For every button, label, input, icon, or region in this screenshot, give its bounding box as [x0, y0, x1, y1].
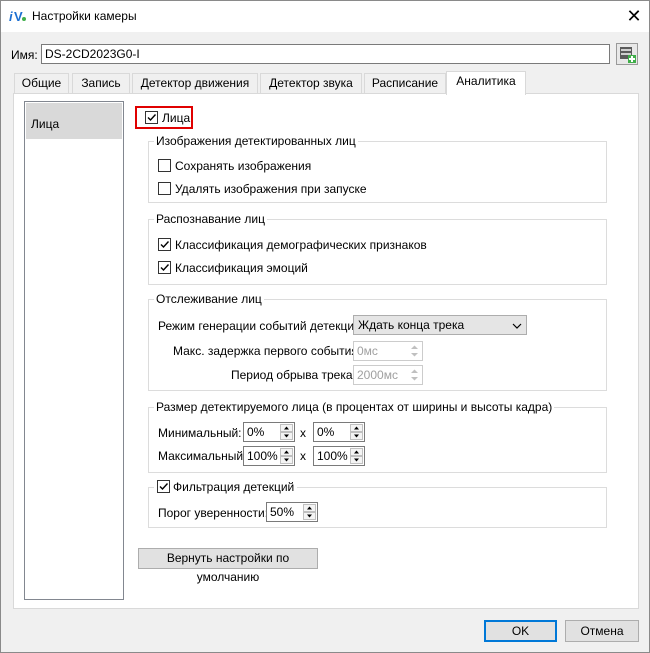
- emotions-label: Классификация эмоций: [175, 261, 308, 275]
- spin-arrows-icon[interactable]: [350, 448, 363, 464]
- list-item-faces[interactable]: Лица: [26, 103, 122, 139]
- detection-mode-value: Ждать конца трека: [358, 318, 465, 332]
- detection-mode-label: Режим генерации событий детекции:: [158, 319, 365, 333]
- tab-motion-detector[interactable]: Детектор движения: [132, 73, 258, 93]
- spin-arrows-icon[interactable]: [280, 424, 293, 440]
- delete-images-checkbox[interactable]: [158, 182, 171, 195]
- min-width-value: 0%: [247, 425, 265, 439]
- max-width-spinbox[interactable]: 100%: [243, 446, 295, 466]
- max-delay-spinbox: 0мс: [353, 341, 423, 361]
- cancel-button[interactable]: Отмена: [565, 620, 639, 642]
- max-width-value: 100%: [247, 449, 278, 463]
- svg-text:i: i: [9, 9, 13, 24]
- spin-arrows-icon: [408, 367, 421, 383]
- emotions-checkbox[interactable]: [158, 261, 171, 274]
- tab-general[interactable]: Общие: [14, 73, 69, 93]
- filter-group-header: Фильтрация детекций: [154, 480, 298, 494]
- recognition-group: [148, 219, 607, 285]
- tab-schedule[interactable]: Расписание: [364, 73, 446, 93]
- threshold-spinbox[interactable]: 50%: [266, 502, 318, 522]
- max-height-spinbox[interactable]: 100%: [313, 446, 365, 466]
- min-height-value: 0%: [317, 425, 335, 439]
- tab-recording[interactable]: Запись: [72, 73, 130, 93]
- reset-defaults-button[interactable]: Вернуть настройки по умолчанию: [138, 548, 318, 584]
- tracking-group-title: Отслеживание лиц: [154, 292, 264, 306]
- app-logo-icon: iV: [9, 8, 27, 24]
- detection-mode-select[interactable]: Ждать конца трека: [353, 315, 527, 335]
- min-height-spinbox[interactable]: 0%: [313, 422, 365, 442]
- filter-checkbox[interactable]: [157, 480, 170, 493]
- window-title: Настройки камеры: [32, 9, 137, 23]
- save-images-checkbox[interactable]: [158, 159, 171, 172]
- spin-arrows-icon[interactable]: [350, 424, 363, 440]
- title-bar: iV Настройки камеры ✕: [1, 1, 649, 32]
- name-label: Имя:: [11, 48, 38, 62]
- min-width-spinbox[interactable]: 0%: [243, 422, 295, 442]
- faces-checkbox[interactable]: [145, 111, 158, 124]
- break-period-value: 2000мс: [357, 368, 398, 382]
- svg-text:V: V: [14, 9, 23, 24]
- size-x-separator: x: [300, 426, 306, 440]
- faces-label: Лица: [162, 111, 191, 125]
- break-period-label: Период обрыва трека:: [231, 368, 356, 382]
- min-size-label: Минимальный:: [158, 426, 242, 440]
- images-group-title: Изображения детектированных лиц: [154, 134, 358, 148]
- max-delay-value: 0мс: [357, 344, 378, 358]
- break-period-spinbox: 2000мс: [353, 365, 423, 385]
- close-icon[interactable]: ✕: [619, 3, 649, 29]
- spin-arrows-icon[interactable]: [280, 448, 293, 464]
- face-size-group: [148, 407, 607, 473]
- recognition-group-title: Распознавание лиц: [154, 212, 267, 226]
- threshold-value: 50%: [270, 505, 295, 519]
- face-size-group-title: Размер детектируемого лица (в процентах …: [154, 400, 555, 414]
- tab-sound-detector[interactable]: Детектор звука: [260, 73, 362, 93]
- camera-settings-window: iV Настройки камеры ✕ Имя: DS-2CD2023G0-…: [0, 0, 650, 653]
- max-height-value: 100%: [317, 449, 348, 463]
- database-add-icon[interactable]: [616, 43, 638, 65]
- ok-button[interactable]: OK: [484, 620, 557, 642]
- demographics-checkbox[interactable]: [158, 238, 171, 251]
- chevron-down-icon: [512, 320, 522, 332]
- analytics-list[interactable]: Лица: [24, 101, 124, 600]
- max-delay-label: Макс. задержка первого события:: [173, 344, 362, 358]
- tab-analytics[interactable]: Аналитика: [446, 71, 526, 95]
- filter-group-title: Фильтрация детекций: [173, 480, 295, 494]
- max-size-label: Максимальный:: [158, 449, 247, 463]
- threshold-label: Порог уверенности:: [158, 506, 269, 520]
- spin-arrows-icon: [408, 343, 421, 359]
- save-images-label: Сохранять изображения: [175, 159, 312, 173]
- size-x-separator: x: [300, 449, 306, 463]
- delete-images-label: Удалять изображения при запуске: [175, 182, 367, 196]
- spin-arrows-icon[interactable]: [303, 504, 316, 520]
- demographics-label: Классификация демографических признаков: [175, 238, 427, 252]
- name-input[interactable]: DS-2CD2023G0-I: [41, 44, 610, 64]
